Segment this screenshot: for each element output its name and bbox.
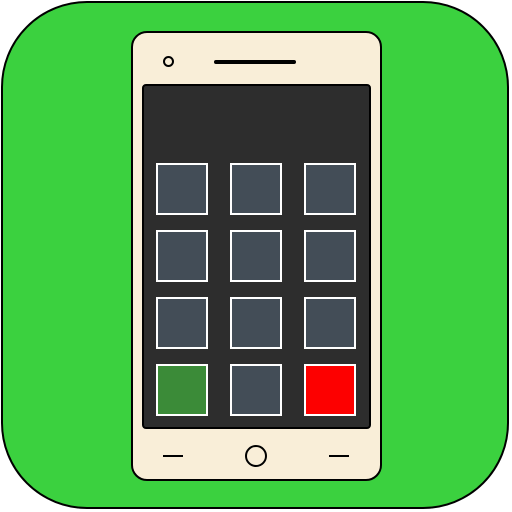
keypad-key-1-3[interactable] [304, 163, 356, 215]
keypad-key-2-1[interactable] [156, 230, 208, 282]
keypad-key-4-1[interactable] [156, 364, 208, 416]
keypad-key-2-3[interactable] [304, 230, 356, 282]
keypad-key-3-2[interactable] [230, 297, 282, 349]
back-nav-icon[interactable] [163, 455, 183, 457]
keypad-key-2-2[interactable] [230, 230, 282, 282]
keypad-key-1-1[interactable] [156, 163, 208, 215]
camera-icon [163, 56, 174, 67]
keypad-key-4-3[interactable] [304, 364, 356, 416]
home-nav-icon[interactable] [245, 445, 267, 467]
keypad-key-3-1[interactable] [156, 297, 208, 349]
keypad-key-3-3[interactable] [304, 297, 356, 349]
speaker-icon [214, 60, 296, 64]
keypad-key-4-2[interactable] [230, 364, 282, 416]
app-icon-stage [0, 0, 512, 512]
keypad-key-1-2[interactable] [230, 163, 282, 215]
recent-apps-nav-icon[interactable] [329, 455, 349, 457]
